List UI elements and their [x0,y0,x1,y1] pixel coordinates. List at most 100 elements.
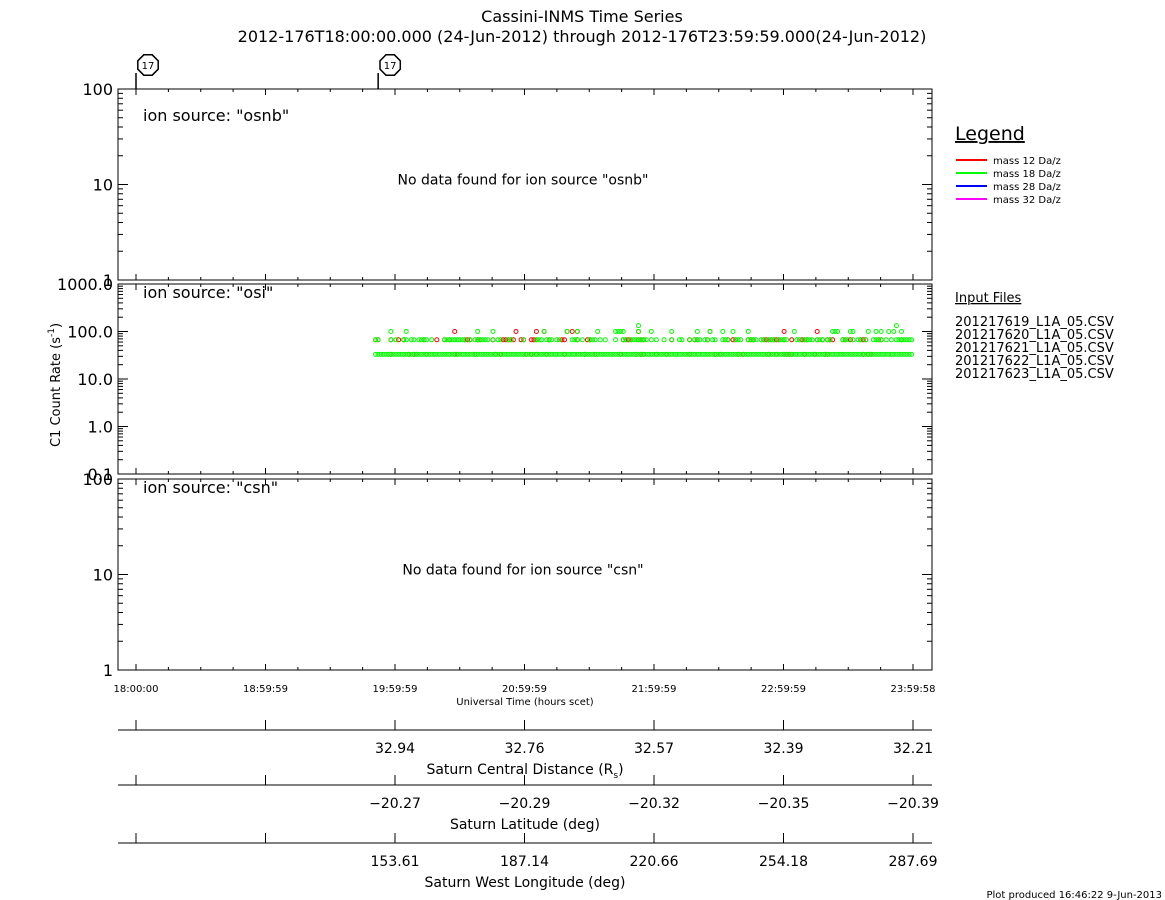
data-point [687,337,693,343]
y-axis-label: C1 Count Rate (s-1) [47,323,64,447]
panel-osi: 0.11.010.0100.01000.0 ion source: "osi" [57,275,933,484]
no-data-message: No data found for ion source "osnb" [398,173,649,189]
event-marker: 17 [135,54,159,89]
y-tick-label: 100 [82,470,113,489]
data-point [648,329,654,334]
legend-label: mass 32 Da/z [993,195,1061,206]
data-point [541,329,547,334]
data-point [434,337,440,343]
ephemeris-value: 220.66 [630,854,679,870]
data-point [490,329,496,334]
no-data-message: No data found for ion source "csn" [402,563,643,579]
legend-label: mass 12 Da/z [993,156,1061,167]
ephemeris-value: 32.94 [375,741,415,757]
ephemeris-value: 32.76 [504,741,544,757]
data-point [738,337,744,343]
y-axis-label-sup: -1 [47,328,57,337]
time-axis: 18:00:00 18:59:59 19:59:59 20:59:59 21:59:59… [114,684,936,695]
ephemeris-value: −20.35 [758,796,810,812]
data-point [850,337,856,343]
y-tick-label: 10 [93,566,113,585]
data-point [720,329,726,334]
x-tick-label: 23:59:58 [891,684,936,695]
data-point [613,337,619,343]
legend-title: Legend [955,123,1025,145]
ephemeris-value: 32.21 [893,741,933,757]
data-point [707,329,713,334]
legend-label: mass 28 Da/z [993,182,1061,193]
data-point [669,337,675,343]
x-tick-label: 21:59:59 [632,684,677,695]
data-point [595,329,601,334]
data-point [562,337,567,343]
panel-label-osi: ion source: "osi" [143,283,273,302]
legend-item: mass 32 Da/z [956,195,1061,206]
data-point [388,329,394,334]
ephemeris-value: 32.39 [763,741,803,757]
data-point [643,337,649,343]
panel-frame [117,283,933,475]
event-marker: 17 [377,54,402,89]
y-axis-label-main: C1 Count Rate (s [49,337,64,447]
data-point [873,329,879,334]
x-tick-label: 20:59:59 [502,684,547,695]
data-point [490,337,496,343]
legend: Legend mass 12 Da/z mass 18 Da/z mass 28 D… [955,123,1061,206]
data-point [891,329,897,334]
y-tick-label: 1 [103,661,113,680]
data-point [564,329,570,334]
ephemeris-value: 287.69 [889,854,938,870]
data-point [694,329,700,334]
panel-label-osnb: ion source: "osnb" [143,106,289,125]
y-tick-label: 10.0 [77,370,113,389]
ephemeris-label: Saturn Latitude (deg) [450,817,600,833]
ephemeris-axis: −20.27 −20.29 −20.32 −20.35 −20.39 Saturn Lat… [118,775,939,833]
y-axis-label-end: ) [49,323,64,328]
data-point [725,337,731,343]
panel-csn: 1 10 100 ion source: "csn" No data found for… [82,470,933,680]
ephemeris-value: 254.18 [759,854,808,870]
event-marker-label: 17 [142,61,155,72]
ephemeris-axes: 32.94 32.76 32.57 32.39 32.21 Saturn Central … [118,720,939,891]
chart-subtitle: 2012-176T18:00:00.000 (24-Jun-2012) thro… [238,27,927,46]
ephemeris-value: 32.57 [634,741,674,757]
data-point [745,329,751,334]
inms-time-series-chart: Cassini-INMS Time Series 2012-176T18:00:… [47,7,1162,900]
ephemeris-value: −20.27 [369,796,421,812]
legend-item: mass 18 Da/z [956,169,1061,180]
ephemeris-value: −20.32 [628,796,680,812]
x-tick-label: 19:59:59 [373,684,418,695]
data-point [669,329,675,334]
ephemeris-label-end: ) [618,762,623,778]
data-point [388,337,394,343]
data-point [899,329,904,334]
data-point [883,337,889,343]
legend-items: mass 12 Da/z mass 18 Da/z mass 28 Da/z mass… [956,156,1061,206]
ephemeris-axis: 153.61 187.14 220.66 254.18 287.69 Saturn Wes… [118,833,938,891]
data-point [513,329,519,334]
ephemeris-value: 153.61 [371,854,420,870]
data-point [730,329,736,334]
data-point [819,337,825,343]
data-point [863,337,869,343]
data-point [597,337,603,343]
data-point [878,337,884,343]
ephemeris-value: −20.29 [499,796,551,812]
input-file-list: 201217619_L1A_05.CSV201217620_L1A_05.CSV… [955,315,1114,382]
data-point [475,329,481,334]
y-tick-label: 1.0 [88,418,113,437]
data-point [850,329,856,334]
y-tick-label: 1000.0 [57,275,113,294]
x-tick-label: 18:00:00 [114,684,159,695]
data-point [533,329,539,334]
input-file-name: 201217623_L1A_05.CSV [955,367,1114,382]
data-point [814,329,820,334]
data-point [753,337,759,343]
data-point [781,329,787,334]
ephemeris-label-main: Saturn Latitude (deg) [450,817,600,833]
data-point [403,329,409,334]
x-axis-label: Universal Time (hours scet) [456,697,594,708]
data-point [888,337,894,343]
data-point [429,337,435,343]
ephemeris-axis: 32.94 32.76 32.57 32.39 32.21 Saturn Central … [118,720,933,781]
